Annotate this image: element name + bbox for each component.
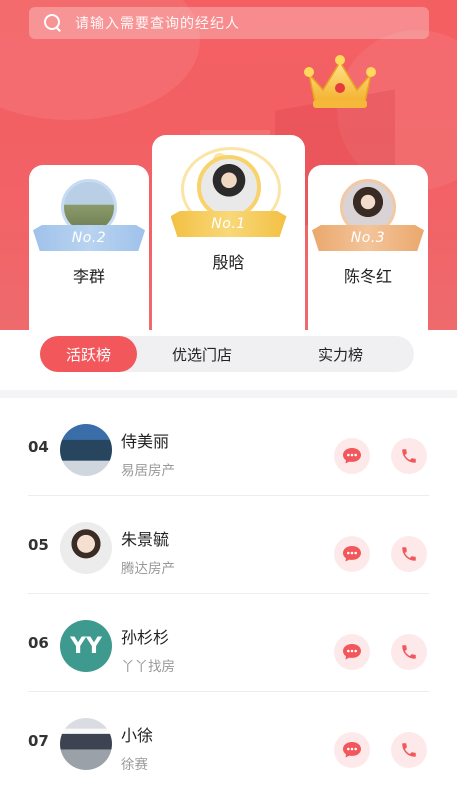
agent-list: 04 侍美丽 易居房产 05 朱景毓 腾达房产 06 YY 孙杉杉 丫丫找房 0… — [0, 398, 457, 785]
avatar: YY — [60, 620, 112, 672]
avatar — [60, 424, 112, 476]
list-item[interactable]: 04 侍美丽 易居房产 — [28, 398, 429, 496]
agent-name: 李群 — [72, 267, 105, 286]
search-bar[interactable]: 请输入需要查询的经纪人 — [29, 7, 429, 39]
agent-company: 易居房产 — [121, 463, 175, 479]
call-button[interactable] — [391, 438, 427, 474]
chat-button[interactable] — [334, 438, 370, 474]
agent-name: 孙杉杉 — [121, 628, 170, 647]
agent-company: 腾达房产 — [121, 561, 175, 577]
agent-name: 殷晗 — [212, 253, 245, 272]
person-photo-avatar — [196, 155, 261, 219]
list-item[interactable]: 06 YY 孙杉杉 丫丫找房 — [28, 594, 429, 692]
chat-bubble-icon — [343, 546, 361, 562]
agent-name: 陈冬红 — [343, 267, 392, 286]
phone-icon — [402, 645, 416, 659]
rank-number: 07 — [28, 732, 49, 750]
search-placeholder[interactable]: 请输入需要查询的经纪人 — [75, 13, 240, 33]
phone-icon — [402, 449, 416, 463]
agent-company: 徐赛 — [121, 757, 148, 773]
rank-ribbon: No.1 — [170, 211, 287, 237]
call-button[interactable] — [391, 732, 427, 768]
rank-number: 05 — [28, 536, 49, 554]
list-item[interactable]: 07 小徐 徐赛 — [28, 692, 429, 785]
phone-icon — [402, 547, 416, 561]
avatar — [60, 718, 112, 770]
tab-active-ranking[interactable]: 活跃榜 — [40, 336, 137, 372]
agent-name: 侍美丽 — [121, 432, 170, 451]
chat-bubble-icon — [343, 742, 361, 758]
logo-text: YY — [70, 633, 102, 659]
chat-button[interactable] — [334, 732, 370, 768]
agent-name: 小徐 — [121, 726, 154, 745]
chat-button[interactable] — [334, 536, 370, 572]
phone-icon — [402, 743, 416, 757]
avatar — [60, 522, 112, 574]
avatar-frame — [180, 135, 281, 231]
ranking-tabs: 活跃榜 优选门店 实力榜 — [40, 336, 414, 372]
call-button[interactable] — [391, 536, 427, 572]
chat-bubble-icon — [343, 448, 361, 464]
chat-button[interactable] — [334, 634, 370, 670]
list-item[interactable]: 05 朱景毓 腾达房产 — [28, 496, 429, 594]
agent-name: 朱景毓 — [121, 530, 170, 549]
call-button[interactable] — [391, 634, 427, 670]
podium-card-2[interactable]: No.2 李群 — [29, 165, 149, 335]
chat-bubble-icon — [343, 644, 361, 660]
podium-card-3[interactable]: No.3 陈冬红 — [308, 165, 428, 335]
tab-preferred-stores[interactable]: 优选门店 — [137, 336, 267, 372]
tab-strength-ranking[interactable]: 实力榜 — [267, 336, 414, 372]
podium-card-1[interactable]: No.1 殷晗 — [152, 135, 305, 335]
agent-company: 丫丫找房 — [121, 659, 175, 675]
rank-ribbon: No.2 — [33, 225, 145, 251]
rank-number: 06 — [28, 634, 49, 652]
rank-ribbon: No.3 — [312, 225, 424, 251]
search-icon — [43, 13, 63, 33]
crown-icon — [304, 55, 376, 108]
rank-number: 04 — [28, 438, 49, 456]
